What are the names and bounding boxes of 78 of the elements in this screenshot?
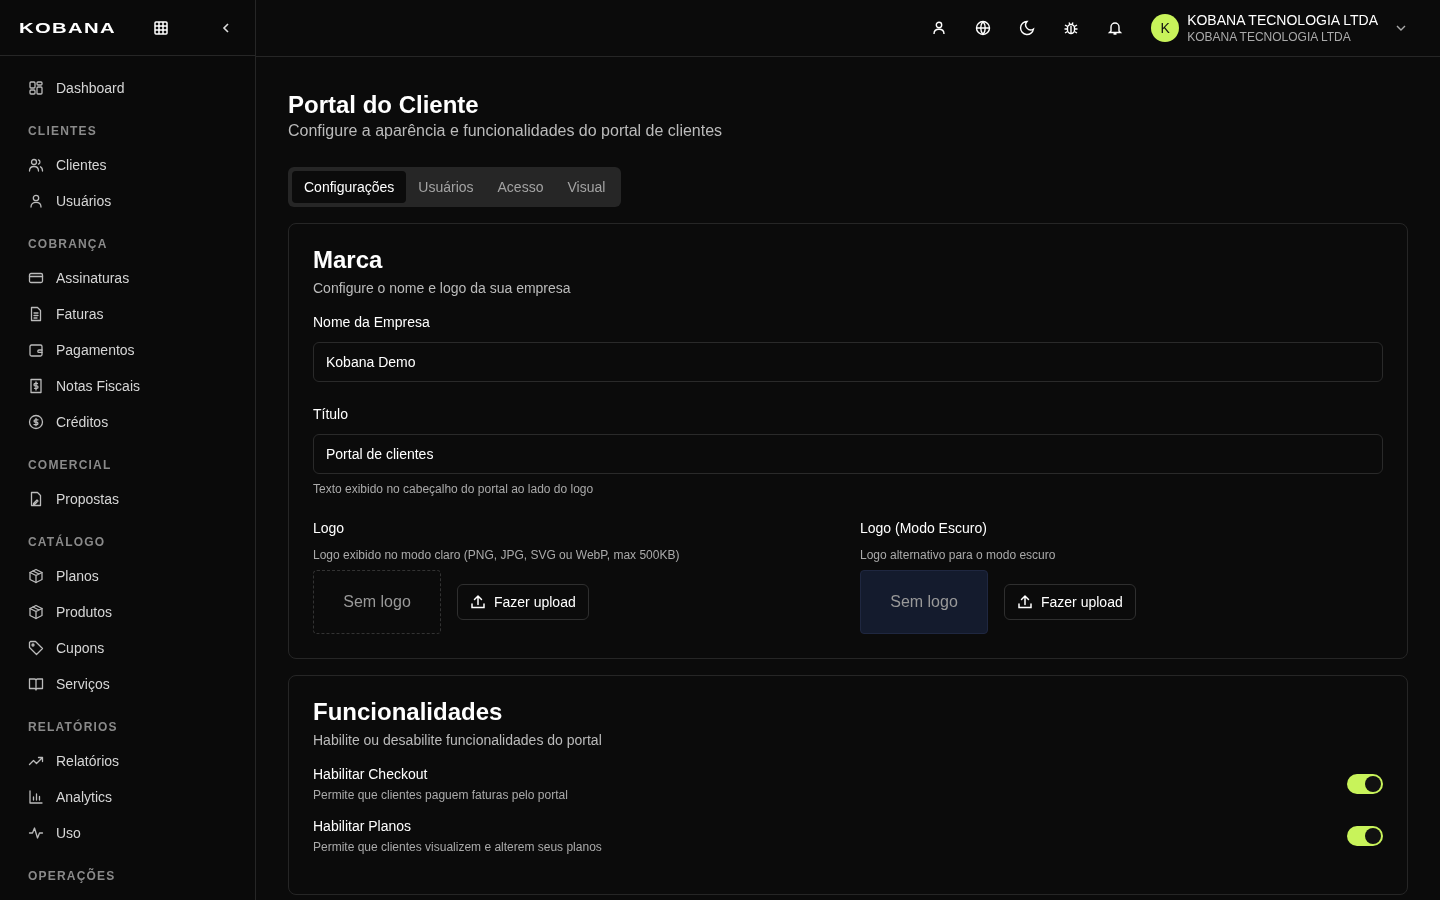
tab[interactable]: Configurações [292,171,407,203]
nav-item[interactable]: Usuários [28,183,112,219]
toggle-switch[interactable] [1347,774,1383,794]
input-field[interactable]: Kobana Demo [313,342,1383,382]
moon-icon[interactable] [1019,20,1036,36]
section-heading: COBRANÇA [28,236,109,252]
help-text: Logo alternativo para o modo escuro [860,548,1057,562]
avatar[interactable]: K [1151,14,1180,42]
input-field[interactable]: Portal de clientes [313,434,1383,474]
card-subtitle: Habilite ou desabilite funcionalidades do portal [313,732,603,748]
box-icon [28,604,44,620]
book-icon [28,676,44,692]
pulse-icon [28,825,44,841]
nav-item[interactable]: Clientes [28,147,107,183]
logo[interactable]: KOBANA [19,19,200,36]
user-icon[interactable] [931,20,948,36]
section-heading: RELATÓRIOS [28,719,119,735]
user-icon [28,193,44,209]
section-heading: COMERCIAL [28,457,113,473]
nav-item[interactable]: Faturas [28,296,104,332]
nav-item[interactable]: Pagamentos [28,332,135,368]
globe-icon[interactable] [975,20,992,36]
card-title: Marca [313,246,384,274]
field-label: Logo (Modo Escuro) [860,520,988,536]
nav-item[interactable]: Uso [28,815,81,851]
grid-icon[interactable] [153,19,169,36]
tag-icon [28,640,44,656]
nav-item[interactable]: Créditos [28,404,109,440]
feature-label: Habilitar Planos [313,818,413,834]
account-subtitle: KOBANA TECNOLOGIA LTDA [1187,30,1352,44]
account-name: KOBANA TECNOLOGIA LTDA [1187,12,1378,28]
upload-button[interactable]: Fazer upload [457,584,589,620]
card-icon [28,270,44,286]
nav-item[interactable]: Produtos [28,594,113,630]
section-heading: OPERAÇÕES [28,868,117,884]
preview-text: Sem logo [890,593,958,611]
bug-icon[interactable] [1063,20,1080,36]
filepen-icon [28,491,44,507]
feature-description: Permite que clientes paguem faturas pelo portal [313,788,568,802]
upload-icon [1017,594,1033,610]
upload-button[interactable]: Fazer upload [1004,584,1136,620]
nav-item[interactable]: Analytics [28,779,113,815]
section-heading: CATÁLOGO [28,534,107,550]
preview-text: Sem logo [343,593,411,611]
help-text: Logo exibido no modo claro (PNG, JPG, SVG ou WebP, max 500KB) [313,548,681,562]
field-label: Logo [313,520,346,536]
feature-description: Permite que clientes visualizem e alterem seus planos [313,840,602,854]
help-text: Texto exibido no cabeçalho do portal ao lado do logo [313,482,595,496]
bell-icon[interactable] [1107,20,1124,36]
nav-item[interactable]: Dashboard [28,70,125,106]
page-title: Portal do Cliente [288,90,480,120]
card-subtitle: Configure o nome e logo da sua empresa [313,280,572,296]
users-icon [28,157,44,173]
grid-icon [28,80,44,96]
feature-label: Habilitar Checkout [313,766,429,782]
field-label: Nome da Empresa [313,314,431,330]
box-icon [28,568,44,584]
nav-item[interactable]: Assinaturas [28,260,130,296]
field-label: Título [313,406,349,422]
upload-icon [470,594,486,610]
nav-item[interactable]: Planos [28,558,99,594]
nav-item[interactable]: Relatórios [28,743,120,779]
tab[interactable]: Acesso [485,171,556,203]
dollar-icon [28,414,44,430]
wallet-icon [28,342,44,358]
nav-item[interactable]: Notas Fiscais [28,368,141,404]
nav-item[interactable]: Propostas [28,481,120,517]
nav-item[interactable]: Cupons [28,630,105,666]
section-heading: CLIENTES [28,123,98,139]
tab[interactable]: Visual [555,171,618,203]
receipt-icon [28,378,44,394]
file-icon [28,306,44,322]
toggle-switch[interactable] [1347,826,1383,846]
page-subtitle: Configure a aparência e funcionalidades do portal de clientes [288,122,724,140]
tab[interactable]: Usuários [406,171,486,203]
card-title: Funcionalidades [313,698,504,726]
nav-item[interactable]: Serviços [28,666,110,702]
bars-icon [28,789,44,805]
